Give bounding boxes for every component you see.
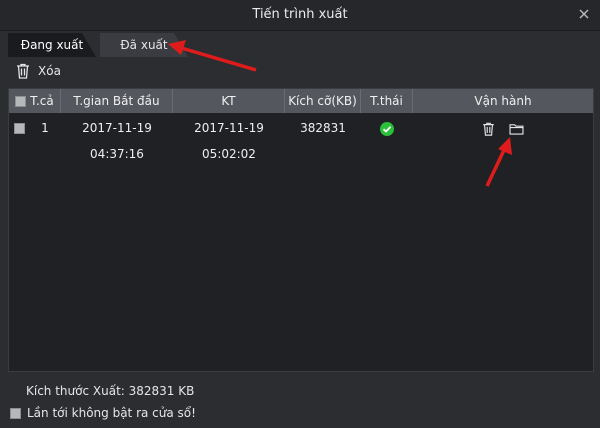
success-check-icon xyxy=(380,121,394,136)
no-popup-label: Lần tới không bật ra cửa sổ! xyxy=(27,406,196,420)
header-label-all: T.cả xyxy=(30,94,54,108)
trash-icon xyxy=(17,63,29,79)
open-folder-icon[interactable] xyxy=(509,123,524,135)
table-header: T.cả T.gian Bắt đầu KT Kích cỡ(KB) T.thá… xyxy=(9,89,593,113)
header-start-time[interactable]: T.gian Bắt đầu xyxy=(61,89,173,113)
tab-bar: Đang xuất Đã xuất xyxy=(0,30,600,58)
header-operations: Vận hành xyxy=(474,94,532,108)
delete-button[interactable]: Xóa xyxy=(16,63,61,79)
delete-label: Xóa xyxy=(38,64,61,78)
row-size: 382831 xyxy=(300,121,346,135)
no-popup-checkbox[interactable] xyxy=(10,407,21,419)
row-operations xyxy=(413,115,593,141)
table-row[interactable]: 1 2017-11-19 04:37:16 2017-11-19 05:02:0… xyxy=(9,115,593,161)
export-size-text: Kích thước Xuất: 382831 KB xyxy=(26,384,195,398)
row-delete-icon[interactable] xyxy=(482,122,495,136)
header-end-time[interactable]: KT xyxy=(173,89,285,113)
tab-exporting[interactable]: Đang xuất xyxy=(8,33,96,57)
header-size[interactable]: Kích cỡ(KB) xyxy=(285,89,361,113)
row-index: 1 xyxy=(41,121,49,135)
header-select-all: T.cả xyxy=(9,89,61,113)
window-title: Tiến trình xuất xyxy=(252,7,348,22)
row-end-time: 2017-11-19 05:02:02 xyxy=(194,121,264,161)
header-status[interactable]: T.thái xyxy=(361,89,413,113)
row-start-time: 2017-11-19 04:37:16 xyxy=(82,121,152,161)
tab-exported[interactable]: Đã xuất xyxy=(100,33,188,57)
select-all-checkbox[interactable] xyxy=(15,96,27,107)
export-table: T.cả T.gian Bắt đầu KT Kích cỡ(KB) T.thá… xyxy=(8,88,594,372)
close-icon[interactable] xyxy=(577,7,591,21)
row-checkbox[interactable] xyxy=(13,123,25,134)
row-status xyxy=(361,115,413,141)
no-popup-option[interactable]: Lần tới không bật ra cửa sổ! xyxy=(10,406,196,420)
toolbar: Xóa xyxy=(16,63,61,83)
title-bar: Tiến trình xuất xyxy=(0,0,600,31)
row-checkbox-cell xyxy=(9,115,29,141)
